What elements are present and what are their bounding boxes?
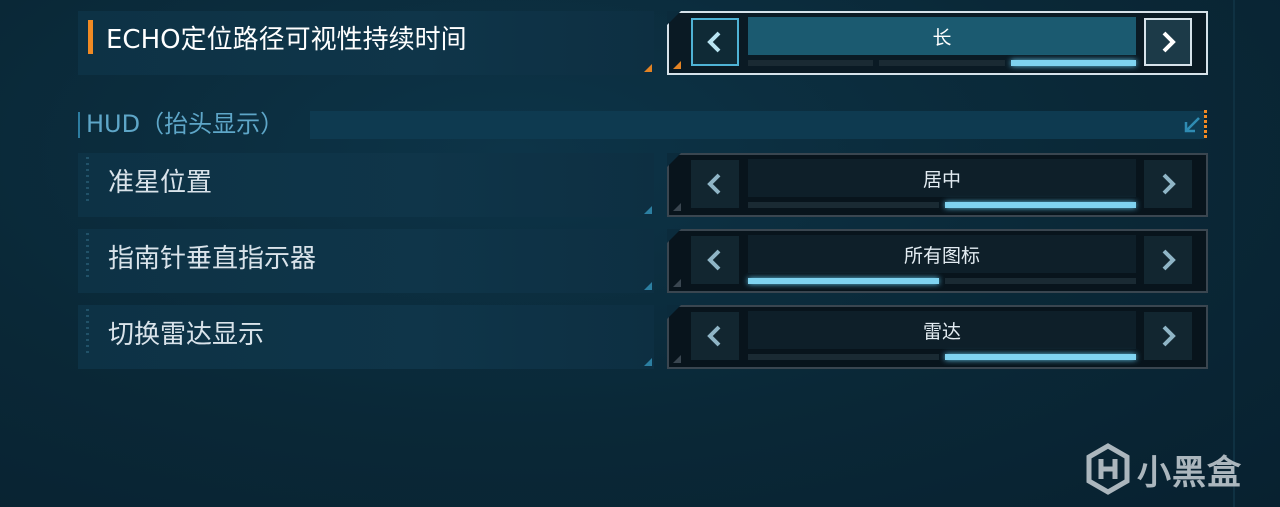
option-selector-radar[interactable]: 雷达 (667, 305, 1208, 369)
chevron-left-icon[interactable] (691, 18, 739, 66)
watermark: 小黑盒 (1085, 441, 1245, 497)
option-value: 所有图标 (748, 235, 1136, 273)
section-band (310, 111, 1204, 139)
watermark-text: 小黑盒 (1137, 452, 1242, 493)
corner-accent (673, 279, 681, 287)
option-selector-crosshair[interactable]: 居中 (667, 153, 1208, 217)
row-tick-marks (86, 157, 89, 205)
option-step-indicator (748, 354, 1136, 360)
corner-accent (644, 358, 652, 366)
xiaoheihe-logo-icon (1086, 443, 1130, 495)
corner-cut (667, 229, 681, 243)
option-value: 雷达 (748, 311, 1136, 349)
section-header-hud[interactable]: HUD（抬头显示） (78, 110, 1210, 140)
corner-accent (673, 355, 681, 363)
chevron-right-icon[interactable] (1144, 18, 1192, 66)
step-segment (748, 60, 874, 66)
option-step-indicator (748, 60, 1136, 66)
step-segment (748, 354, 939, 360)
option-selector-echo[interactable]: 长 (667, 11, 1208, 75)
selected-indicator (88, 20, 93, 54)
section-accent (1204, 110, 1207, 140)
step-segment (945, 278, 1136, 284)
setting-row-radar-toggle[interactable]: 切换雷达显示 雷达 (78, 305, 1210, 369)
section-title: HUD（抬头显示） (86, 110, 285, 138)
step-segment (879, 60, 1005, 66)
right-edge-divider (1233, 0, 1235, 507)
step-segment-active (1010, 60, 1136, 66)
section-marker (78, 112, 80, 138)
setting-label-panel: 准星位置 (78, 153, 654, 217)
option-step-indicator (748, 202, 1136, 208)
arrow-down-left-icon[interactable] (1180, 113, 1204, 137)
chevron-left-icon[interactable] (691, 160, 739, 208)
corner-accent (644, 64, 652, 72)
step-segment (748, 202, 939, 208)
setting-label-panel: 切换雷达显示 (78, 305, 654, 369)
setting-label: ECHO定位路径可视性持续时间 (106, 25, 467, 55)
chevron-left-icon[interactable] (691, 312, 739, 360)
step-segment-active (748, 278, 939, 284)
setting-label-panel: ECHO定位路径可视性持续时间 (78, 11, 654, 75)
corner-accent (644, 282, 652, 290)
chevron-left-icon[interactable] (691, 236, 739, 284)
setting-row-crosshair-position[interactable]: 准星位置 居中 (78, 153, 1210, 217)
setting-label: 切换雷达显示 (108, 320, 265, 350)
option-value: 长 (748, 17, 1136, 55)
row-tick-marks (86, 233, 89, 281)
step-segment-active (945, 354, 1136, 360)
corner-accent (673, 61, 681, 69)
chevron-right-icon[interactable] (1144, 312, 1192, 360)
corner-cut (667, 11, 681, 25)
setting-row-compass-indicator[interactable]: 指南针垂直指示器 所有图标 (78, 229, 1210, 293)
option-step-indicator (748, 278, 1136, 284)
corner-accent (673, 203, 681, 211)
setting-label: 指南针垂直指示器 (108, 244, 317, 274)
step-segment-active (945, 202, 1136, 208)
corner-cut (667, 153, 681, 167)
setting-row-echo-duration[interactable]: ECHO定位路径可视性持续时间 长 (78, 11, 1210, 75)
row-tick-marks (86, 309, 89, 357)
setting-label: 准星位置 (108, 168, 213, 198)
chevron-right-icon[interactable] (1144, 160, 1192, 208)
chevron-right-icon[interactable] (1144, 236, 1192, 284)
option-selector-compass[interactable]: 所有图标 (667, 229, 1208, 293)
corner-cut (667, 305, 681, 319)
corner-accent (644, 206, 652, 214)
setting-label-panel: 指南针垂直指示器 (78, 229, 654, 293)
option-value: 居中 (748, 159, 1136, 197)
